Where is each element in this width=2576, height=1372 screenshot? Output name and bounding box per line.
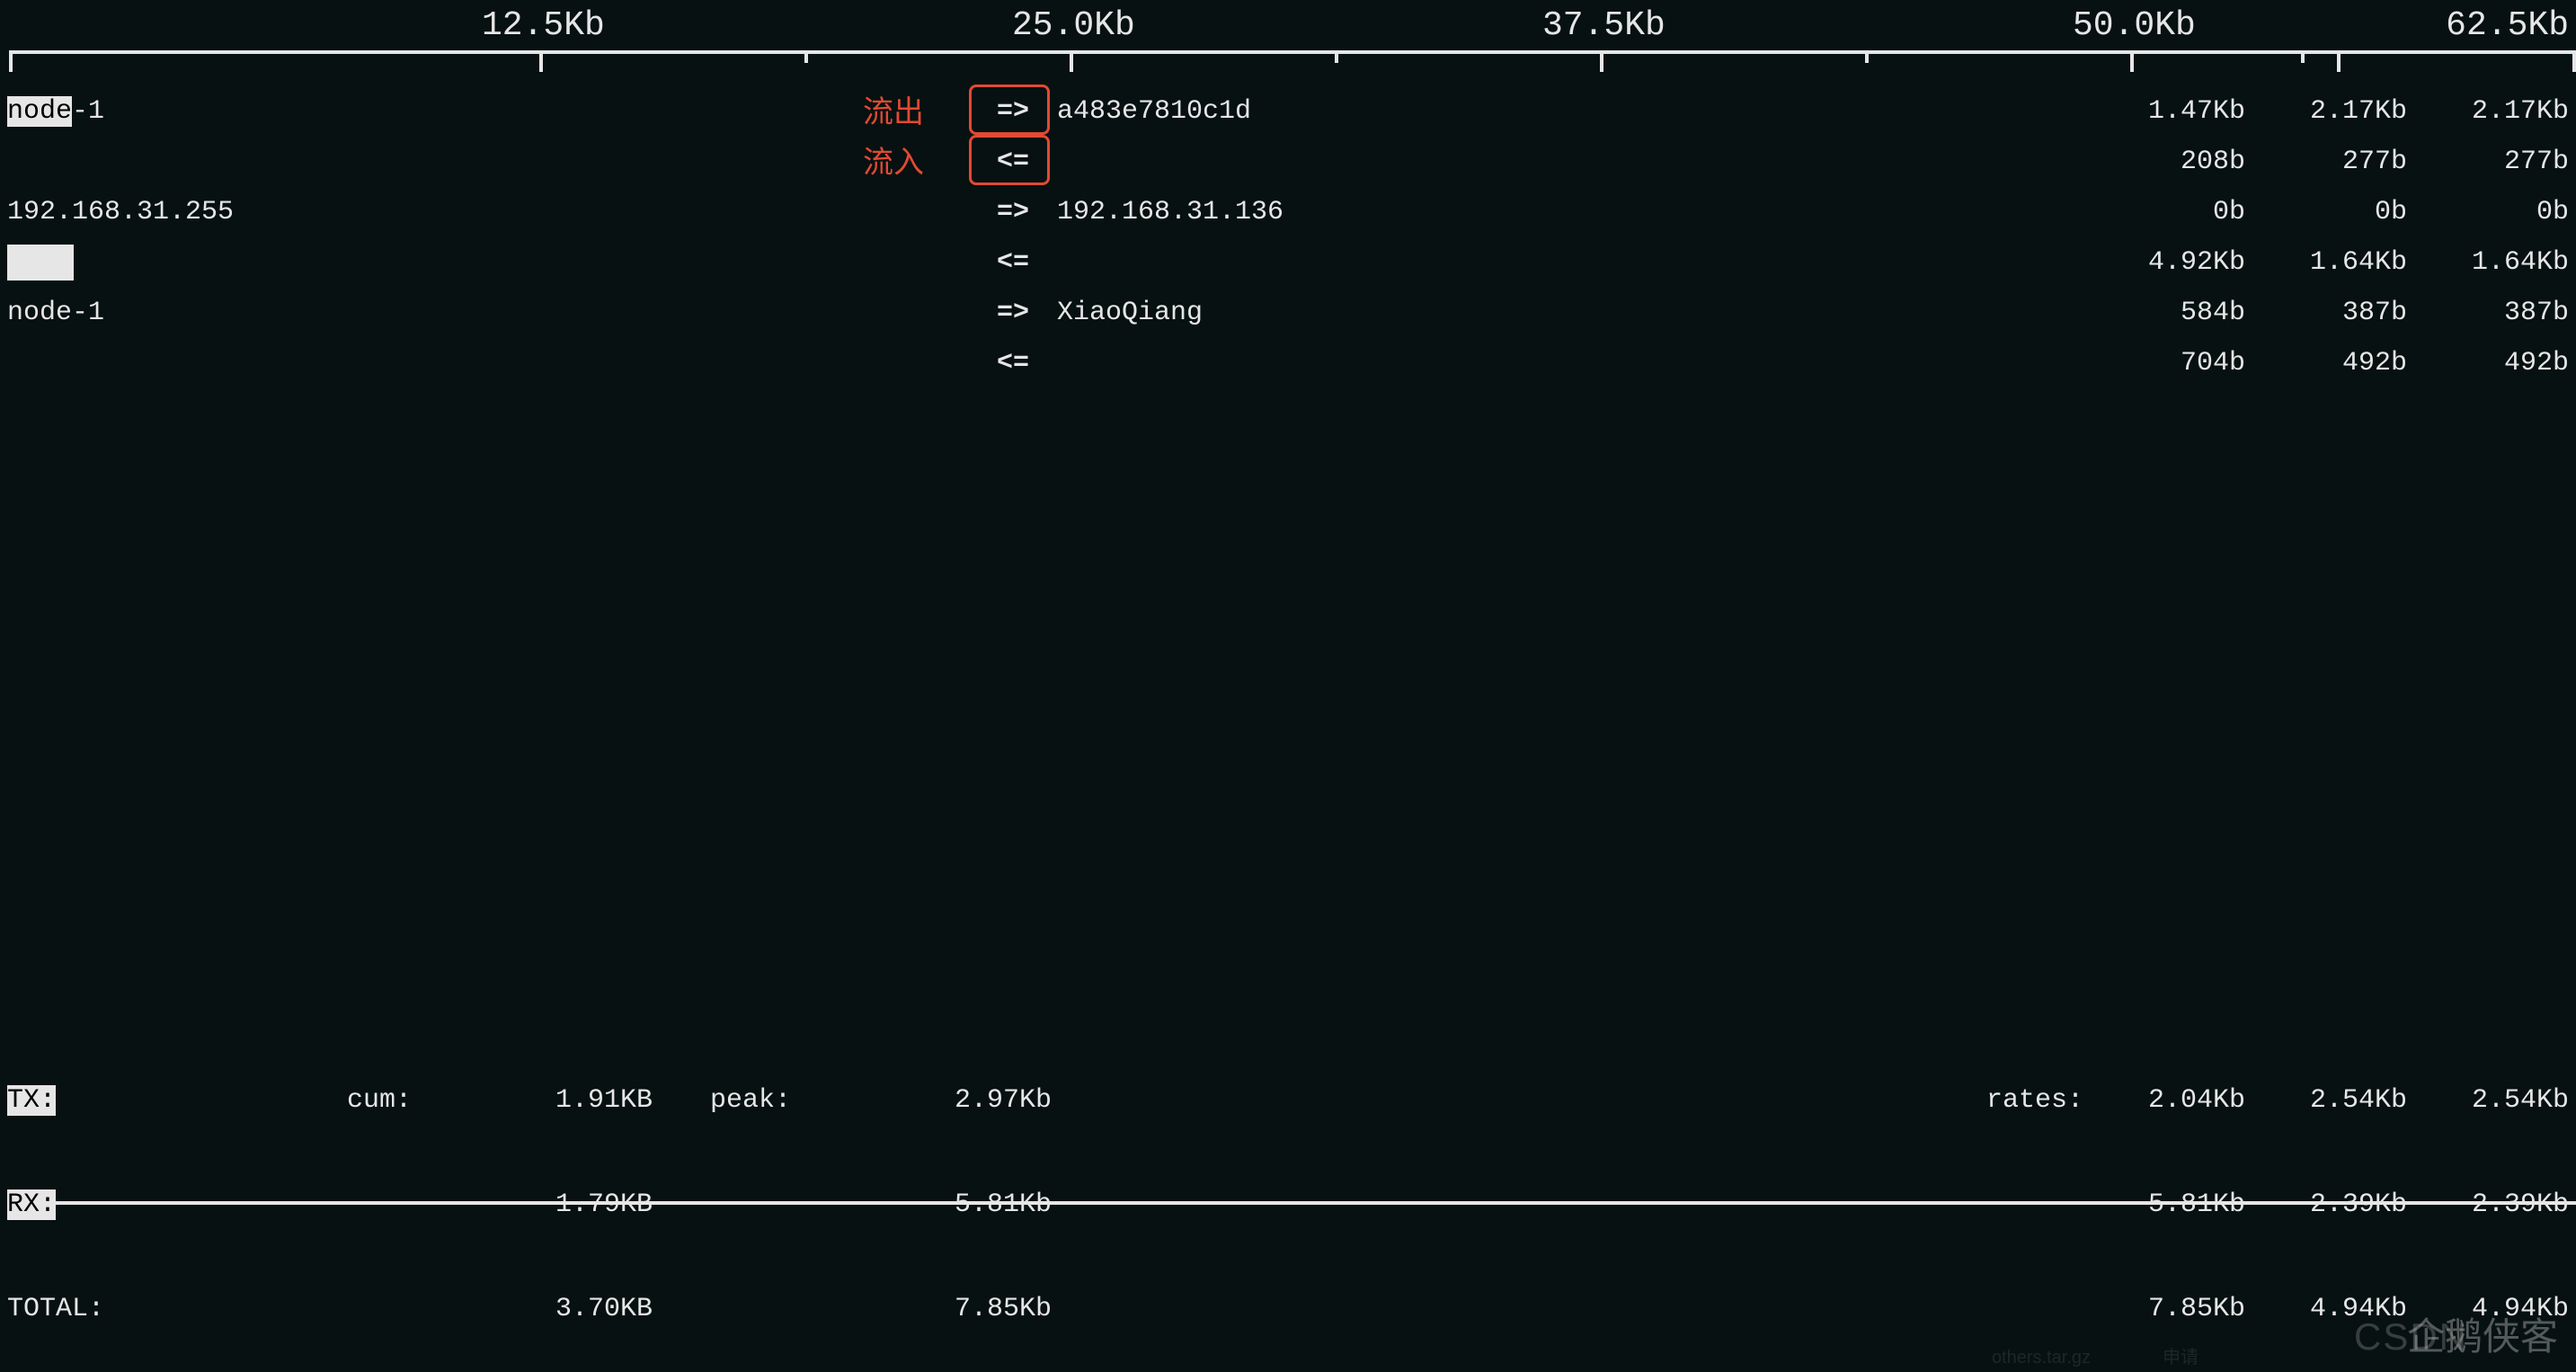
dest-host: a483e7810c1d	[1048, 98, 1524, 125]
scale-tick	[1335, 50, 1338, 63]
scale-tick-label: 37.5Kb	[1542, 9, 1666, 43]
arrow-in-icon: <=	[978, 350, 1048, 377]
source-host-highlight: node	[7, 96, 72, 127]
total-rate-2s: 7.85Kb	[2083, 1296, 2245, 1323]
scale-tick-label: 12.5Kb	[482, 9, 605, 43]
arrow-in-icon: <=	[978, 249, 1048, 276]
rate-40s: 2.17Kb	[2407, 98, 2569, 125]
scale-tick	[539, 50, 543, 72]
rx-rate-2s: 5.81Kb	[2083, 1191, 2245, 1218]
connections-table: node-1 => a483e7810c1d 1.47Kb 2.17Kb 2.1…	[7, 86, 2569, 388]
scale-tick	[2301, 50, 2305, 63]
dest-host: XiaoQiang	[1048, 299, 1524, 326]
summary-footer: TX: cum: 1.91KB peak: 2.97Kb rates: 2.04…	[7, 1021, 2569, 1361]
arrow-out-icon: =>	[978, 299, 1048, 326]
tx-peak: 2.97Kb	[854, 1087, 1052, 1114]
scale-tick	[1600, 50, 1603, 72]
scale-tick	[804, 50, 808, 63]
rx-cum: 1.79KB	[473, 1191, 653, 1218]
total-cum: 3.70KB	[473, 1296, 653, 1323]
connection-row: <= 208b 277b 277b	[7, 137, 2569, 187]
cursor-block	[7, 245, 74, 281]
dest-host: 192.168.31.136	[1048, 199, 1524, 226]
scale-axis	[9, 50, 2576, 54]
rx-peak: 5.81Kb	[854, 1191, 1052, 1218]
rate-10s: 492b	[2245, 350, 2407, 377]
rate-10s: 2.17Kb	[2245, 98, 2407, 125]
source-host: node-1	[7, 299, 978, 326]
source-host: 192.168.31.255	[7, 199, 978, 226]
annotation-inflow: 流入	[863, 147, 924, 178]
annotation-outflow: 流出	[863, 97, 924, 128]
rate-2s: 208b	[2083, 148, 2245, 175]
peak-label: peak:	[710, 1087, 854, 1114]
tx-cum: 1.91KB	[473, 1087, 653, 1114]
tx-label: TX:	[7, 1085, 56, 1116]
total-label: TOTAL:	[7, 1296, 142, 1323]
connection-row: 192.168.31.255 => 192.168.31.136 0b 0b 0…	[7, 187, 2569, 237]
connection-row: node-1 => a483e7810c1d 1.47Kb 2.17Kb 2.1…	[7, 86, 2569, 137]
connection-row: <= 4.92Kb 1.64Kb 1.64Kb	[7, 237, 2569, 288]
tx-rate-40s: 2.54Kb	[2407, 1087, 2569, 1114]
rx-label: RX:	[7, 1189, 56, 1220]
rate-2s: 584b	[2083, 299, 2245, 326]
rate-40s: 0b	[2407, 199, 2569, 226]
rx-rate-40s: 2.39Kb	[2407, 1191, 2569, 1218]
scale-tick	[2572, 50, 2576, 72]
scale-tick	[1865, 50, 1869, 63]
rate-2s: 0b	[2083, 199, 2245, 226]
rate-10s: 277b	[2245, 148, 2407, 175]
rate-2s: 704b	[2083, 350, 2245, 377]
rates-label: rates:	[1940, 1087, 2083, 1114]
rate-2s: 4.92Kb	[2083, 249, 2245, 276]
connection-row: <= 704b 492b 492b	[7, 338, 2569, 388]
connection-row: node-1 => XiaoQiang 584b 387b 387b	[7, 288, 2569, 338]
footer-row-rx: RX: 1.79KB 5.81Kb 5.81Kb 2.39Kb 2.39Kb	[7, 1180, 2569, 1230]
rate-40s: 1.64Kb	[2407, 249, 2569, 276]
annotation-box-in	[969, 135, 1050, 185]
total-peak: 7.85Kb	[854, 1296, 1052, 1323]
rate-10s: 1.64Kb	[2245, 249, 2407, 276]
ghost-desktop-app: 申请	[2163, 1349, 2198, 1367]
scale-tick	[2337, 50, 2341, 72]
scale-tick-label: 25.0Kb	[1012, 9, 1135, 43]
annotation-box-out	[969, 85, 1050, 135]
iftop-screen: { "scale": { "ticks": ["12.5Kb", "25.0Kb…	[0, 0, 2576, 1372]
scale-tick-label: 50.0Kb	[2073, 9, 2196, 43]
scale-tick	[1070, 50, 1073, 72]
arrow-out-icon: =>	[978, 199, 1048, 226]
rate-40s: 387b	[2407, 299, 2569, 326]
tx-rate-2s: 2.04Kb	[2083, 1087, 2245, 1114]
scale-tick	[9, 50, 13, 72]
footer-row-tx: TX: cum: 1.91KB peak: 2.97Kb rates: 2.04…	[7, 1075, 2569, 1126]
cum-label: cum:	[347, 1087, 473, 1114]
rate-10s: 387b	[2245, 299, 2407, 326]
footer-row-total: TOTAL: 3.70KB 7.85Kb 7.85Kb 4.94Kb 4.94K…	[7, 1284, 2569, 1334]
scale-tick	[2130, 50, 2134, 72]
rate-2s: 1.47Kb	[2083, 98, 2245, 125]
rx-rate-10s: 2.39Kb	[2245, 1191, 2407, 1218]
rate-40s: 492b	[2407, 350, 2569, 377]
watermark-author: 企鹅侠客	[2407, 1318, 2558, 1356]
source-host: node-1	[7, 98, 978, 125]
scale-tick-label: 62.5Kb	[2446, 9, 2569, 43]
ghost-desktop-file: others.tar.gz	[1992, 1349, 2091, 1367]
tx-rate-10s: 2.54Kb	[2245, 1087, 2407, 1114]
rate-40s: 277b	[2407, 148, 2569, 175]
rate-10s: 0b	[2245, 199, 2407, 226]
